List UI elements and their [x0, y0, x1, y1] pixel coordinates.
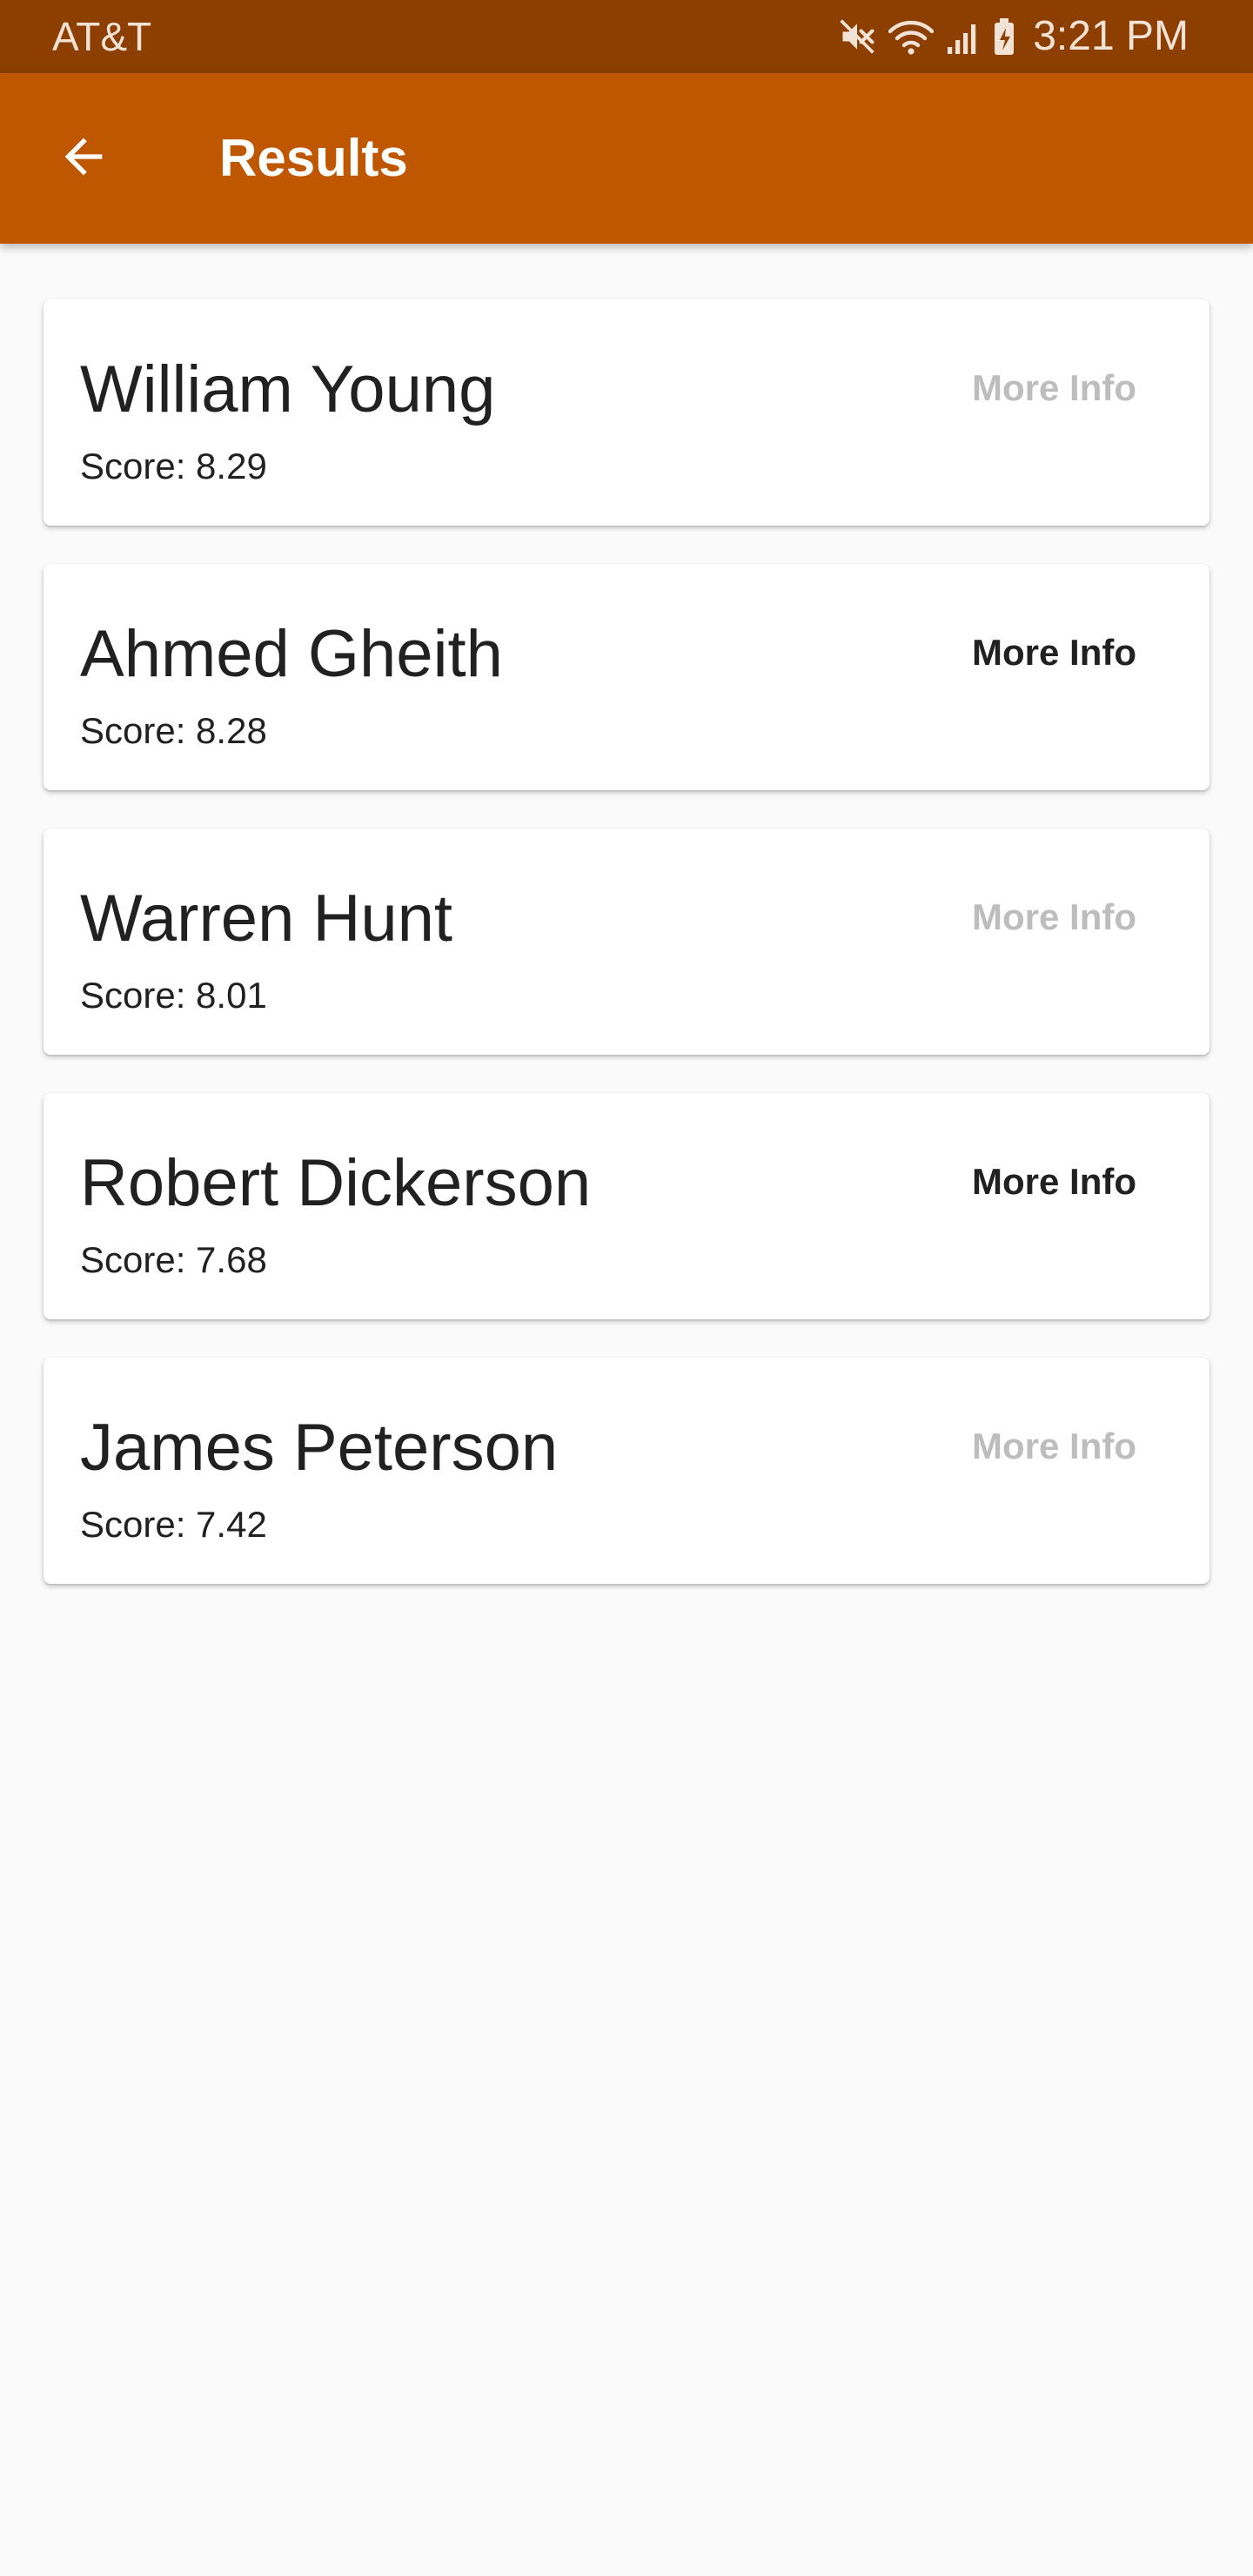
status-bar: AT&T 3:21 PM — [0, 0, 1253, 73]
result-card: Robert Dickerson Score: 7.68 More Info — [44, 1093, 1209, 1319]
back-button[interactable] — [38, 113, 129, 204]
results-list: William Young Score: 8.29 More Info Ahme… — [44, 299, 1209, 1622]
page-title: Results — [219, 129, 408, 187]
app-bar: Results — [0, 73, 1253, 244]
result-name: James Peterson — [80, 1411, 559, 1485]
clock: 3:21 PM — [1033, 13, 1189, 59]
more-info-button[interactable]: More Info — [972, 366, 1136, 411]
more-info-button[interactable]: More Info — [972, 1424, 1136, 1469]
result-card: Ahmed Gheith Score: 8.28 More Info — [44, 564, 1209, 790]
result-score: Score: 7.42 — [80, 1504, 267, 1545]
result-score: Score: 8.28 — [80, 710, 267, 751]
result-card: Warren Hunt Score: 8.01 More Info — [44, 828, 1209, 1055]
signal-icon — [946, 17, 981, 56]
mute-icon — [838, 17, 876, 56]
result-name: Warren Hunt — [80, 882, 452, 956]
arrow-back-icon — [56, 129, 111, 189]
result-score: Score: 8.29 — [80, 446, 267, 486]
result-score: Score: 8.01 — [80, 975, 267, 1016]
result-card: William Young Score: 8.29 More Info — [44, 299, 1209, 526]
result-name: Ahmed Gheith — [80, 617, 503, 691]
more-info-button[interactable]: More Info — [972, 1159, 1136, 1204]
result-card: James Peterson Score: 7.42 More Info — [44, 1358, 1209, 1584]
wifi-icon — [888, 17, 935, 56]
result-name: William Young — [80, 352, 496, 426]
result-name: Robert Dickerson — [80, 1146, 592, 1220]
more-info-button[interactable]: More Info — [972, 895, 1136, 940]
carrier-label: AT&T — [52, 14, 152, 59]
status-icons: 3:21 PM — [838, 12, 1189, 61]
more-info-button[interactable]: More Info — [972, 630, 1136, 675]
result-score: Score: 7.68 — [80, 1239, 267, 1280]
battery-charging-icon — [993, 17, 1015, 56]
